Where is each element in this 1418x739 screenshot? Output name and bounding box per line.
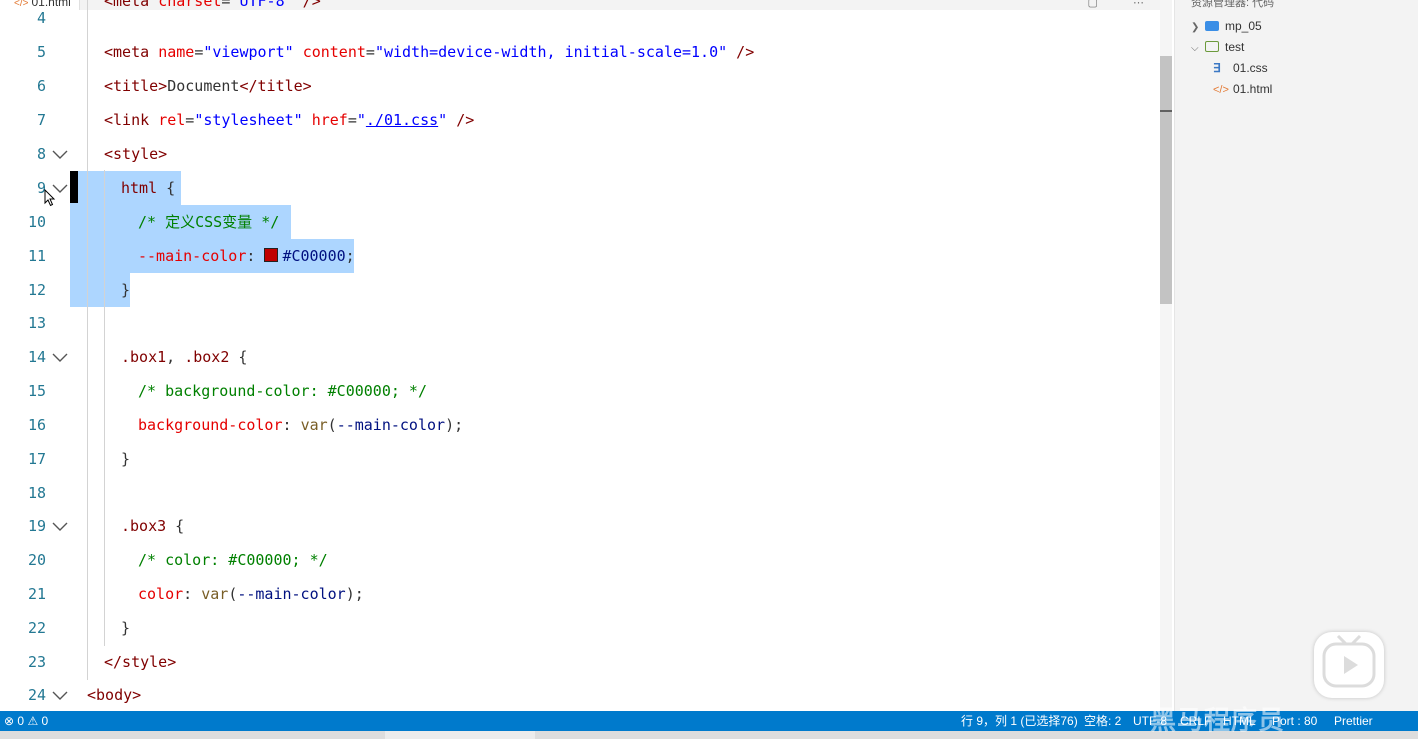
line-number: 17: [27, 450, 46, 468]
code-text: --main-color: #C00000;: [138, 247, 355, 265]
code-text: <meta charset="UTF-8" />: [104, 0, 321, 10]
problems-indicator[interactable]: ⊗ 0 ⚠ 0: [4, 711, 48, 731]
fold-chevron-icon[interactable]: [52, 137, 68, 171]
color-swatch[interactable]: [264, 248, 279, 262]
code-line[interactable]: 17 }: [0, 442, 1160, 476]
line-number: 10: [27, 213, 46, 231]
error-icon: ⊗: [4, 714, 15, 728]
explorer-item-test[interactable]: ⌵ test: [1191, 37, 1244, 58]
line-number: 9: [36, 179, 46, 197]
code-line[interactable]: 14 .box1, .box2 {: [0, 340, 1160, 374]
video-play-watermark: [1314, 632, 1384, 698]
folder-open-icon: [1205, 41, 1219, 52]
code-line[interactable]: 15 /* background-color: #C00000; */: [0, 374, 1160, 408]
code-line[interactable]: 11 --main-color: #C00000;: [0, 239, 1160, 273]
line-number: 24: [27, 686, 46, 704]
css-file-icon: ∃: [1213, 61, 1221, 75]
code-text: /* 定义CSS变量 */: [138, 213, 280, 231]
taskbar-item[interactable]: [385, 731, 535, 739]
code-text: </style>: [104, 653, 177, 671]
line-number: 13: [27, 314, 46, 332]
code-text: }: [121, 281, 131, 299]
html-file-icon: </>: [1213, 84, 1229, 96]
scrollbar-thumb[interactable]: [1160, 56, 1172, 304]
cursor-position[interactable]: 行 9，列 1 (已选择76): [961, 711, 1078, 731]
code-text: <body>: [87, 686, 142, 704]
explorer-panel: 资源管理器: 代码 ❯ mp_05 ⌵ test ∃ 01.css </> 01.htm…: [1174, 0, 1418, 711]
code-text: }: [121, 619, 131, 637]
code-line[interactable]: 6 <title>Document</title>: [0, 69, 1160, 103]
code-text: <style>: [104, 145, 168, 163]
chevron-down-icon: ⌵: [1191, 43, 1199, 54]
explorer-item-01-html[interactable]: </> 01.html: [1213, 79, 1272, 100]
code-text: background-color: var(--main-color);: [138, 416, 464, 434]
code-text: /* background-color: #C00000; */: [138, 382, 427, 400]
fold-chevron-icon[interactable]: [52, 340, 68, 374]
code-text: html {: [121, 179, 176, 197]
line-number: 5: [36, 43, 46, 61]
warning-icon: ⚠: [27, 714, 39, 728]
line-number: 14: [27, 348, 46, 366]
code-line[interactable]: 22 }: [0, 611, 1160, 645]
code-line[interactable]: 19 .box3 {: [0, 509, 1160, 543]
text-cursor: [70, 171, 78, 203]
code-line[interactable]: 8 <style>: [0, 137, 1160, 171]
line-number: 8: [36, 145, 46, 163]
code-line[interactable]: 13: [0, 306, 1160, 340]
line-number: 15: [27, 382, 46, 400]
scrollbar-cursor-marker: [1160, 110, 1172, 112]
watermark-text: 黑马程序员: [1150, 705, 1286, 735]
line-number: 12: [27, 281, 46, 299]
explorer-header: 资源管理器: 代码: [1191, 0, 1275, 9]
line-number: 18: [27, 484, 46, 502]
code-text: <meta name="viewport" content="width=dev…: [104, 43, 755, 61]
code-line[interactable]: 10 /* 定义CSS变量 */: [0, 205, 1160, 239]
code-editor[interactable]: 4 <meta charset="UTF-8" /> 5 <meta name=…: [0, 0, 1160, 711]
code-text: /* color: #C00000; */: [138, 551, 328, 569]
code-line[interactable]: 20 /* color: #C00000; */: [0, 543, 1160, 577]
code-line[interactable]: 16 background-color: var(--main-color);: [0, 408, 1160, 442]
css-file-link[interactable]: ./01.css: [366, 111, 438, 129]
folder-icon: [1205, 21, 1219, 31]
line-number: 6: [36, 77, 46, 95]
code-line[interactable]: 5 <meta name="viewport" content="width=d…: [0, 35, 1160, 69]
line-number: 11: [27, 247, 46, 265]
line-number: 4: [36, 9, 46, 27]
mouse-pointer-icon: [44, 189, 56, 207]
code-line[interactable]: 7 <link rel="stylesheet" href="./01.css"…: [0, 103, 1160, 137]
line-number: 19: [27, 517, 46, 535]
code-text: color: var(--main-color);: [138, 585, 364, 603]
code-text: .box3 {: [121, 517, 185, 535]
chevron-right-icon: ❯: [1191, 22, 1200, 33]
code-text: }: [121, 450, 131, 468]
explorer-item-mp05[interactable]: ❯ mp_05: [1191, 16, 1262, 37]
formatter-status[interactable]: Prettier: [1334, 711, 1373, 731]
play-icon: [1322, 634, 1376, 688]
line-number: 22: [27, 619, 46, 637]
line-number: 23: [27, 653, 46, 671]
fold-chevron-icon[interactable]: [52, 509, 68, 543]
code-text: <link rel="stylesheet" href="./01.css" /…: [104, 111, 475, 129]
line-number: 21: [27, 585, 46, 603]
code-text: <title>Document</title>: [104, 77, 312, 95]
line-number: 20: [27, 551, 46, 569]
code-line[interactable]: 9 html {: [0, 171, 1160, 205]
explorer-item-01-css[interactable]: ∃ 01.css: [1213, 58, 1268, 79]
line-number: 16: [27, 416, 46, 434]
code-line[interactable]: 4 <meta charset="UTF-8" />: [0, 0, 1160, 35]
code-line[interactable]: 24 <body>: [0, 678, 1160, 711]
fold-chevron-icon[interactable]: [52, 678, 68, 711]
code-line[interactable]: 21 color: var(--main-color);: [0, 577, 1160, 611]
code-line[interactable]: 23 </style>: [0, 645, 1160, 679]
code-text: .box1, .box2 {: [121, 348, 248, 366]
code-line[interactable]: 18: [0, 476, 1160, 510]
code-line[interactable]: 12 }: [0, 273, 1160, 307]
line-number: 7: [36, 111, 46, 129]
indentation[interactable]: 空格: 2: [1084, 711, 1121, 731]
